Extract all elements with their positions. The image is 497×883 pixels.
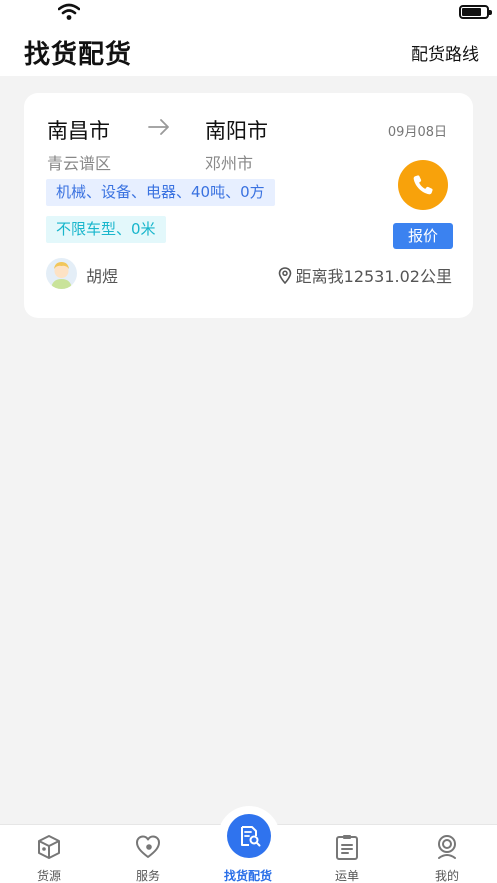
origin-district: 青云谱区: [47, 154, 112, 173]
destination-district: 邓州市: [205, 154, 254, 173]
clipboard-icon: [336, 835, 358, 860]
tab-label: 运单: [334, 869, 359, 883]
quote-button[interactable]: 报价: [393, 223, 453, 249]
status-bar: [0, 0, 497, 28]
tab-cargo-source[interactable]: 货源: [9, 825, 89, 883]
cargo-card[interactable]: 南昌市 南阳市 09月08日 青云谱区 邓州市 机械、设备、电器、40吨、0方 …: [24, 93, 473, 318]
tab-label: 我的: [434, 869, 459, 883]
distance-info: 距离我12531.02公里: [278, 263, 452, 287]
cube-icon: [38, 835, 60, 859]
tab-label: 货源: [36, 869, 61, 883]
tab-waybill[interactable]: 运单: [307, 825, 387, 883]
tab-mine[interactable]: 我的: [407, 825, 487, 883]
shipper-name: 胡煜: [86, 267, 119, 286]
route-button[interactable]: 配货路线: [411, 40, 479, 65]
battery-icon: [459, 5, 492, 19]
heart-service-icon: [136, 835, 160, 858]
cargo-tag: 机械、设备、电器、40吨、0方: [46, 179, 275, 206]
vehicle-tag: 不限车型、0米: [46, 216, 166, 243]
call-button[interactable]: [398, 160, 448, 210]
phone-icon: [413, 175, 433, 195]
tab-find-cargo-icon[interactable]: [227, 814, 271, 858]
load-date: 09月08日: [387, 125, 447, 140]
nav-bar: 找货配货 配货路线: [0, 28, 497, 76]
distance-text: 距离我12531.02公里: [295, 267, 452, 286]
tab-service[interactable]: 服务: [108, 825, 188, 883]
destination-city: 南阳市: [205, 119, 268, 143]
page-title: 找货配货: [24, 40, 133, 70]
location-pin-icon: [278, 266, 291, 284]
document-search-icon: [241, 826, 261, 847]
tab-label: 找货配货: [223, 869, 272, 883]
user-icon: [438, 835, 456, 859]
wifi-icon: [58, 3, 80, 20]
origin-city: 南昌市: [47, 119, 110, 143]
arrow-right-icon: [148, 119, 169, 135]
avatar: [46, 258, 77, 289]
tab-label: 服务: [135, 869, 160, 883]
